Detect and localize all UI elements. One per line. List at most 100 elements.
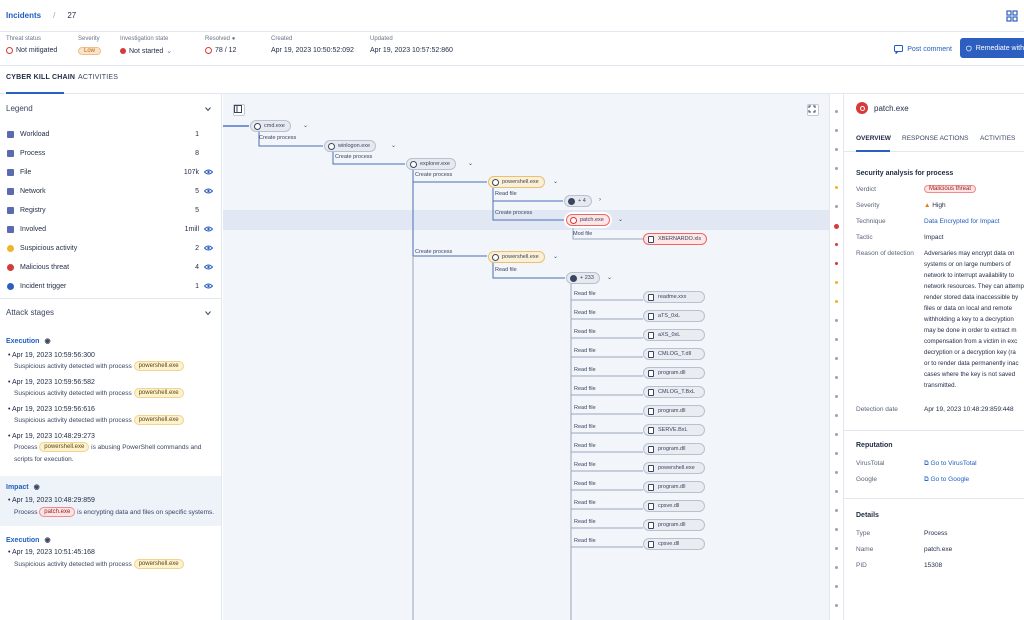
legend-item[interactable]: File 107k [6, 166, 216, 178]
file-node[interactable]: SERVE.BxL [643, 424, 705, 436]
legend-item[interactable]: Suspicious activity 2 [6, 242, 216, 254]
tab-cyber-kill-chain[interactable]: CYBER KILL CHAIN [6, 74, 75, 81]
process-node-powershell-2[interactable]: powershell.exe [488, 251, 545, 263]
timeline-marker[interactable] [835, 376, 838, 379]
timeline-marker[interactable] [835, 471, 838, 474]
stage-title-execution[interactable]: Execution ◉ [6, 337, 51, 346]
timeline-marker[interactable] [835, 490, 838, 493]
grouped-node[interactable]: + 233 [566, 272, 600, 284]
timeline-marker[interactable] [835, 186, 838, 189]
investigation-state[interactable]: Investigation state Not started ⌄ [120, 36, 172, 55]
timeline-marker[interactable] [835, 395, 838, 398]
breadcrumb-incidents[interactable]: Incidents [6, 11, 41, 20]
process-chip[interactable]: powershell.exe [133, 559, 184, 570]
chevron-down-icon[interactable]: ⌄ [391, 142, 396, 149]
timeline-marker[interactable] [835, 262, 838, 265]
timeline-marker[interactable] [835, 300, 838, 303]
eye-icon[interactable] [204, 226, 216, 232]
stage-title-execution[interactable]: Execution ◉ [6, 536, 51, 545]
eye-icon[interactable] [204, 264, 216, 270]
file-node[interactable]: aXS_0xL [643, 329, 705, 341]
timeline-marker[interactable] [835, 414, 838, 417]
chevron-down-icon[interactable]: ⌄ [166, 47, 172, 55]
process-node-patch[interactable]: patch.exe [566, 214, 610, 226]
timeline-marker[interactable] [835, 604, 838, 607]
tab-detail-activities[interactable]: ACTIVITIES [980, 135, 1015, 142]
chevron-down-icon[interactable]: ⌄ [553, 253, 558, 260]
file-node[interactable]: program.dll [643, 443, 705, 455]
chevron-right-icon[interactable]: › [599, 197, 601, 203]
stage-title-impact[interactable]: Impact ◉ [6, 483, 40, 492]
chevron-down-icon[interactable] [205, 310, 211, 316]
tab-response-actions[interactable]: RESPONSE ACTIONS [902, 135, 968, 142]
process-node-powershell[interactable]: powershell.exe [488, 176, 545, 188]
timeline-marker[interactable] [835, 281, 838, 284]
file-node[interactable]: program.dll [643, 481, 705, 493]
chevron-down-icon[interactable]: ⌄ [618, 216, 623, 223]
process-node-winlogon[interactable]: winlogon.exe [324, 140, 377, 152]
timeline-marker[interactable] [835, 243, 838, 246]
file-node[interactable]: cpsve.dll [643, 500, 705, 512]
process-chip[interactable]: powershell.exe [133, 361, 184, 372]
legend-item[interactable]: Registry 5 [6, 204, 216, 216]
timeline-marker[interactable] [835, 319, 838, 322]
malicious-file-node[interactable]: XBERNARDO.xls [643, 233, 707, 245]
file-node[interactable]: program.dll [643, 519, 705, 531]
timeline-marker[interactable] [835, 509, 838, 512]
timeline-marker[interactable] [835, 528, 838, 531]
chevron-down-icon[interactable] [205, 106, 211, 112]
legend-item[interactable]: Network 5 [6, 185, 216, 197]
file-node[interactable]: program.dll [643, 367, 705, 379]
file-node[interactable]: aTS_0xL [643, 310, 705, 322]
legend-item[interactable]: Process 8 [6, 147, 216, 159]
timeline-marker[interactable] [835, 148, 838, 151]
file-node[interactable]: CMLOG_T.BxL [643, 386, 705, 398]
file-node[interactable]: program.dll [643, 405, 705, 417]
virustotal-link[interactable]: ⧉ Go to VirusTotal [924, 460, 977, 468]
process-node-explorer[interactable]: explorer.exe [406, 158, 456, 170]
process-chip[interactable]: patch.exe [39, 507, 76, 518]
eye-icon[interactable] [204, 283, 216, 289]
timeline-marker[interactable] [835, 357, 838, 360]
timeline-marker[interactable] [835, 452, 838, 455]
eye-icon[interactable] [204, 188, 216, 194]
eye-icon[interactable] [204, 245, 216, 251]
legend-item[interactable]: Malicious threat 4 [6, 261, 216, 273]
grouped-node[interactable]: + 4 [564, 195, 592, 207]
timeline-marker[interactable] [835, 167, 838, 170]
timeline-marker[interactable] [835, 129, 838, 132]
file-node[interactable]: powershell.exe [643, 462, 705, 474]
kill-chain-graph[interactable]: cmd.exe ⌄ Create process winlogon.exe ⌄ … [223, 94, 829, 620]
timeline-marker[interactable] [835, 338, 838, 341]
technique-link[interactable]: Data Encrypted for Impact [924, 218, 1000, 225]
chevron-down-icon[interactable]: ⌄ [607, 274, 612, 281]
process-node-cmd[interactable]: cmd.exe [250, 120, 291, 132]
file-node[interactable]: CMLOG_T.dll [643, 348, 705, 360]
timeline-marker[interactable] [835, 566, 838, 569]
timeline-marker[interactable] [835, 585, 838, 588]
chevron-down-icon[interactable]: ⌄ [303, 122, 308, 129]
file-node[interactable]: readme.xxx [643, 291, 705, 303]
timeline-marker[interactable] [835, 433, 838, 436]
timeline-marker[interactable] [835, 205, 838, 208]
timeline-marker[interactable] [835, 110, 838, 113]
remediate-button[interactable]: Remediate with [960, 38, 1024, 58]
file-node[interactable]: cpsve.dll [643, 538, 705, 550]
tab-overview[interactable]: OVERVIEW [856, 135, 891, 142]
timeline-strip[interactable] [829, 94, 843, 620]
timeline-marker[interactable] [834, 224, 839, 229]
tab-activities[interactable]: ACTIVITIES [78, 74, 118, 81]
grid-view-icon[interactable] [1006, 10, 1018, 22]
timeline-marker[interactable] [835, 547, 838, 550]
google-link[interactable]: ⧉ Go to Google [924, 476, 969, 484]
legend-item[interactable]: Involved 1mill [6, 223, 216, 235]
process-chip[interactable]: powershell.exe [39, 442, 90, 453]
post-comment-button[interactable]: Post comment [894, 40, 952, 58]
process-chip[interactable]: powershell.exe [133, 415, 184, 426]
chevron-down-icon[interactable]: ⌄ [553, 178, 558, 185]
legend-item[interactable]: Incident trigger 1 [6, 280, 216, 292]
process-chip[interactable]: powershell.exe [133, 388, 184, 399]
legend-item[interactable]: Workload 1 [6, 128, 216, 140]
chevron-down-icon[interactable]: ⌄ [468, 160, 473, 167]
eye-icon[interactable] [204, 169, 216, 175]
